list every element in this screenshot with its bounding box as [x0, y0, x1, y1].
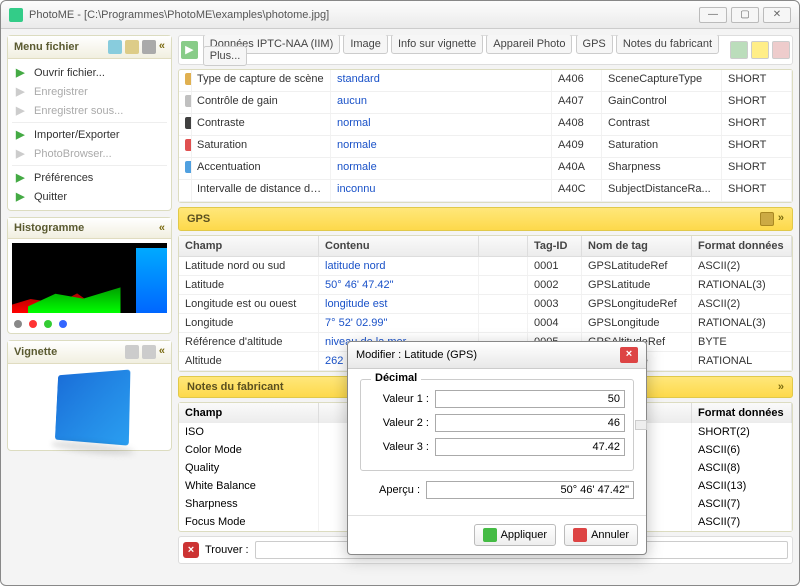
table-row[interactable]: ContrastenormalA408ContrastSHORT: [179, 114, 792, 136]
cancel-button[interactable]: Annuler: [564, 524, 638, 546]
gps-section-header[interactable]: GPS »: [178, 207, 793, 231]
thumbnail-title: Vignette: [14, 346, 57, 358]
tab[interactable]: GPS: [576, 35, 613, 54]
check-icon: [483, 528, 497, 542]
histogram-panel: Histogramme «: [7, 217, 172, 334]
histogram[interactable]: [12, 243, 167, 313]
menu-item: ▶Enregistrer: [12, 82, 167, 101]
menu-item: ▶PhotoBrowser...: [12, 144, 167, 163]
refresh-icon[interactable]: [108, 40, 122, 54]
menu-item: ▶Enregistrer sous...: [12, 101, 167, 120]
find-label: Trouver :: [205, 544, 249, 556]
table-row[interactable]: Contrôle de gainaucunA407GainControlSHOR…: [179, 92, 792, 114]
toolbar-icon-3[interactable]: [772, 41, 790, 59]
edit-latitude-dialog: Modifier : Latitude (GPS) × Décimal Vale…: [347, 341, 647, 555]
group-legend: Décimal: [371, 372, 421, 384]
table-row[interactable]: Longitude7° 52' 02.99"0004GPSLongitudeRA…: [179, 314, 792, 333]
table-row[interactable]: SaturationnormaleA409SaturationSHORT: [179, 136, 792, 158]
table-row[interactable]: Latitude nord ou sudlatitude nord0001GPS…: [179, 257, 792, 276]
table-row[interactable]: Type de capture de scènestandardA406Scen…: [179, 70, 792, 92]
exif-table: Type de capture de scènestandardA406Scen…: [178, 69, 793, 203]
table-row[interactable]: Latitude50° 46' 47.42"0002GPSLatitudeRAT…: [179, 276, 792, 295]
sidebar: Menu fichier « ▶Ouvrir fichier...▶Enregi…: [7, 35, 172, 579]
app-window: PhotoME - [C:\Programmes\PhotoME\example…: [0, 0, 800, 586]
tab[interactable]: Notes du fabricant: [616, 35, 719, 54]
menu-item[interactable]: ▶Importer/Exporter: [12, 125, 167, 144]
toolbar-icon-2[interactable]: [751, 41, 769, 59]
nav-forward-icon[interactable]: ▶: [181, 41, 198, 59]
scrollbar[interactable]: [635, 420, 647, 430]
thumb-tool2-icon[interactable]: [142, 345, 156, 359]
collapse-icon[interactable]: «: [159, 222, 165, 234]
table-row[interactable]: Intervalle de distance du sujetinconnuA4…: [179, 180, 792, 202]
table-row[interactable]: AccentuationnormaleA40ASharpnessSHORT: [179, 158, 792, 180]
menu-item[interactable]: ▶Quitter: [12, 187, 167, 206]
window-title: PhotoME - [C:\Programmes\PhotoME\example…: [29, 9, 329, 21]
tab[interactable]: Plus...: [203, 46, 248, 66]
dialog-titlebar[interactable]: Modifier : Latitude (GPS) ×: [348, 342, 646, 369]
close-button[interactable]: ✕: [763, 7, 791, 23]
menu-panel: Menu fichier « ▶Ouvrir fichier...▶Enregi…: [7, 35, 172, 211]
preview-input[interactable]: [426, 481, 634, 499]
find-close-icon[interactable]: ×: [183, 542, 199, 558]
value1-input[interactable]: [435, 390, 625, 408]
thumbnail-image[interactable]: [8, 364, 171, 450]
chevron-down-icon[interactable]: »: [778, 212, 784, 226]
value3-input[interactable]: [435, 438, 625, 456]
toolbar-icon-1[interactable]: [730, 41, 748, 59]
histogram-channels[interactable]: [8, 317, 171, 333]
options-icon[interactable]: [125, 40, 139, 54]
thumb-tool-icon[interactable]: [125, 345, 139, 359]
tab[interactable]: Image: [343, 35, 388, 54]
collapse-icon[interactable]: «: [159, 40, 165, 54]
dialog-close-icon[interactable]: ×: [620, 347, 638, 363]
apply-button[interactable]: Appliquer: [474, 524, 556, 546]
table-row[interactable]: Longitude est ou ouestlongitude est0003G…: [179, 295, 792, 314]
minimize-button[interactable]: —: [699, 7, 727, 23]
histogram-title: Histogramme: [14, 222, 84, 234]
value2-input[interactable]: [435, 414, 625, 432]
chevron-down-icon[interactable]: »: [778, 381, 784, 393]
collapse-icon[interactable]: «: [159, 345, 165, 359]
tab[interactable]: Info sur vignette: [391, 35, 483, 54]
tab-bar: ▶ Données IPTC-NAA (IIM) Image Info sur …: [178, 35, 793, 65]
dialog-title: Modifier : Latitude (GPS): [356, 349, 477, 361]
menu-title: Menu fichier: [14, 41, 79, 53]
app-icon: [9, 8, 23, 22]
gps-tool-icon[interactable]: [760, 212, 774, 226]
menu-item[interactable]: ▶Préférences: [12, 168, 167, 187]
tab[interactable]: Appareil Photo: [486, 35, 572, 54]
thumbnail-panel: Vignette «: [7, 340, 172, 451]
titlebar[interactable]: PhotoME - [C:\Programmes\PhotoME\example…: [1, 1, 799, 29]
x-icon: [573, 528, 587, 542]
maximize-button[interactable]: ▢: [731, 7, 759, 23]
help-icon[interactable]: [142, 40, 156, 54]
menu-item[interactable]: ▶Ouvrir fichier...: [12, 63, 167, 82]
